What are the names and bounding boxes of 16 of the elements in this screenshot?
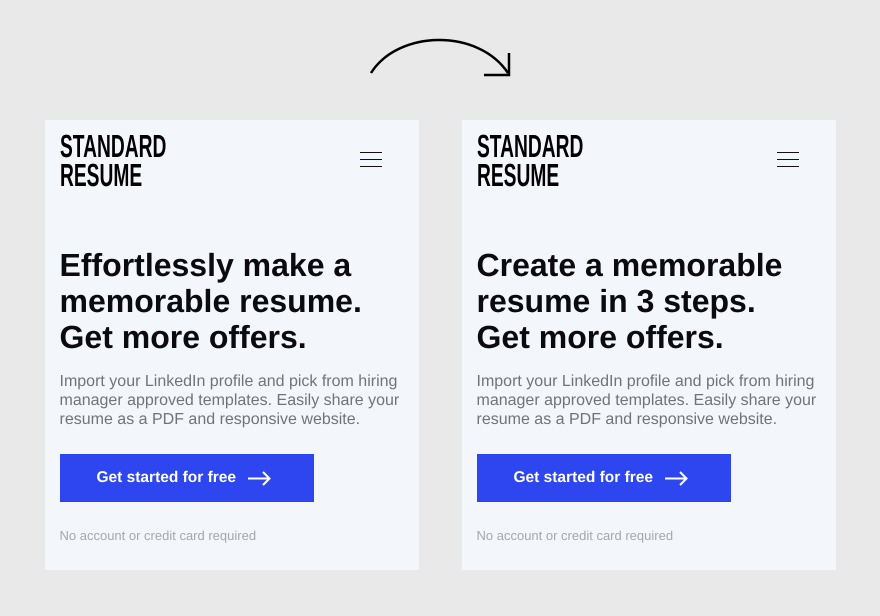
logo: STANDARD RESUME bbox=[60, 132, 166, 190]
arrow-right-icon bbox=[665, 470, 688, 486]
note: No account or credit card required bbox=[476, 528, 674, 544]
get-started-button[interactable]: Get started for free bbox=[476, 454, 730, 502]
description: Import your LinkedIn profile and pick from hiring manager approved templates. Easily share your resume as a PDF and responsive website. bbox=[476, 372, 818, 429]
note: No account or credit card required bbox=[60, 528, 256, 544]
headline: Effortlessly make a memorable resume. Get more offers. bbox=[60, 247, 363, 355]
menu-icon bbox=[776, 152, 798, 167]
arrow-right-icon bbox=[248, 470, 272, 486]
logo: STANDARD RESUME bbox=[476, 132, 583, 190]
menu-button[interactable] bbox=[776, 152, 798, 167]
description: Import your LinkedIn profile and pick from hiring manager approved templates. Easily share your resume as a PDF and responsive website. bbox=[60, 372, 400, 429]
menu-button[interactable] bbox=[360, 152, 382, 167]
headline: Create a memorable resume in 3 steps. Get more offers. bbox=[476, 247, 784, 355]
get-started-button[interactable]: Get started for free bbox=[60, 454, 314, 502]
menu-icon bbox=[360, 152, 382, 167]
